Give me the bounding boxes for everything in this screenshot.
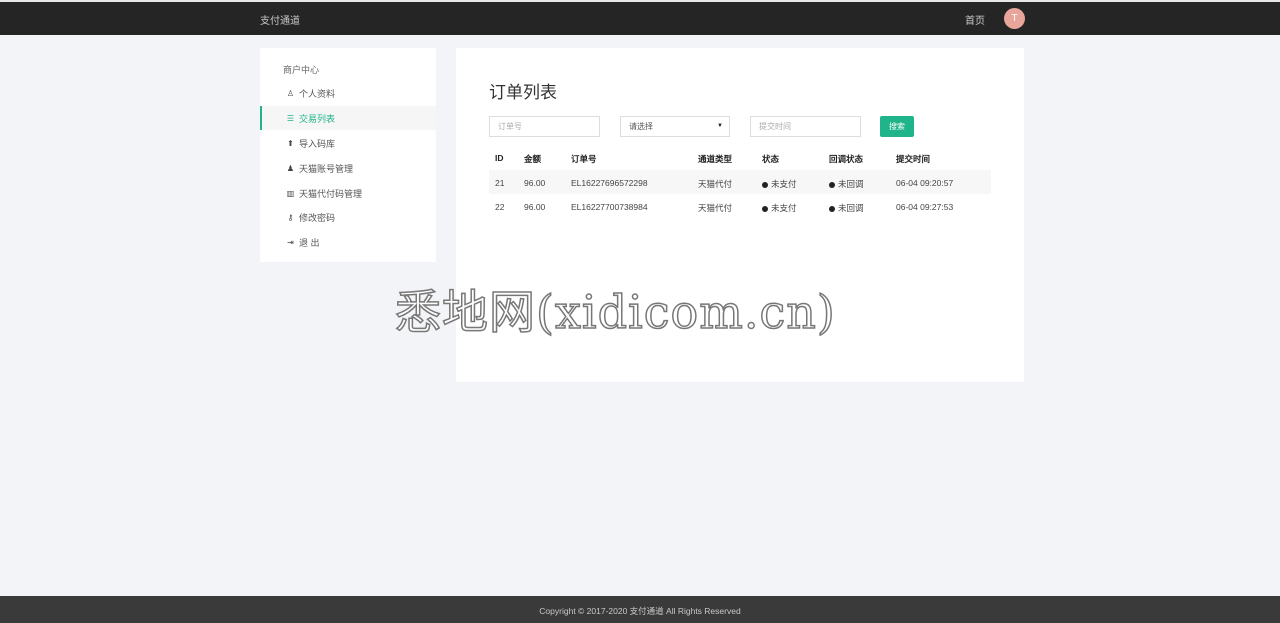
column-header: 通道类型: [698, 154, 733, 164]
status-text: 未支付: [771, 203, 797, 213]
brand-title[interactable]: 支付通道: [260, 12, 300, 27]
table-row[interactable]: 21 96.00 EL16227696572298 天猫代付 未支付 未回调 0…: [489, 170, 991, 194]
cell-amount: 96.00: [524, 202, 546, 212]
sidebar-item-label: 天猫代付码管理: [299, 188, 363, 199]
sidebar-item-label: 个人资料: [299, 88, 336, 99]
sidebar-item-tmall-pay-codes[interactable]: ▥ 天猫代付码管理: [260, 181, 436, 205]
sidebar-item-label: 修改密码: [299, 212, 336, 223]
order-number-input[interactable]: 订单号: [489, 116, 600, 137]
channel-select[interactable]: 请选择 ▼: [620, 116, 730, 137]
cell-id: 22: [495, 202, 505, 212]
status-text: 未支付: [771, 179, 797, 189]
submit-time-input[interactable]: 提交时间: [750, 116, 861, 137]
column-header: 提交时间: [896, 154, 931, 164]
channel-select-value: 请选择: [629, 122, 653, 131]
column-header: 订单号: [571, 154, 597, 164]
page-title: 订单列表: [489, 83, 557, 102]
cell-callback-status: 未回调: [829, 178, 864, 190]
user-icon: ♙: [286, 88, 295, 98]
cell-status: 未支付: [762, 202, 797, 214]
sidebar-item-label: 交易列表: [299, 113, 336, 124]
sidebar-item-profile[interactable]: ♙ 个人资料: [260, 81, 436, 105]
cell-amount: 96.00: [524, 178, 546, 188]
status-dot-icon: [829, 181, 835, 188]
cell-id: 21: [495, 178, 505, 188]
sidebar-item-import-codes[interactable]: ⬆ 导入码库: [260, 131, 436, 155]
column-header: 回调状态: [829, 154, 864, 164]
callback-status-text: 未回调: [838, 203, 864, 213]
caret-down-icon: ▼: [717, 123, 723, 129]
status-dot-icon: [829, 205, 835, 212]
column-header: ID: [495, 153, 504, 163]
main-panel: 订单列表 订单号 请选择 ▼ 提交时间 搜索 ID 金额 订单号 通道类型 状态…: [456, 48, 1024, 382]
cell-order-number: EL16227700738984: [571, 202, 648, 212]
cell-callback-status: 未回调: [829, 202, 864, 214]
footer: Copyright © 2017-2020 支付通道 All Rights Re…: [0, 596, 1280, 623]
search-button[interactable]: 搜索: [880, 116, 914, 137]
cell-submit-time: 06-04 09:20:57: [896, 178, 954, 188]
users-icon: ♟: [286, 163, 295, 173]
sidebar-item-transactions[interactable]: ☰ 交易列表: [260, 106, 436, 130]
sidebar: 商户中心 ♙ 个人资料 ☰ 交易列表 ⬆ 导入码库 ♟ 天猫账号管理 ▥ 天猫代…: [260, 48, 436, 262]
user-upload-icon: ⬆: [287, 138, 294, 148]
column-header: 状态: [762, 154, 780, 164]
sidebar-item-label: 天猫账号管理: [299, 163, 354, 174]
sidebar-item-label: 退 出: [299, 237, 320, 248]
column-header: 金额: [524, 154, 542, 164]
list-icon: ☰: [286, 113, 295, 123]
sidebar-title: 商户中心: [283, 65, 320, 75]
sign-out-icon: ⇥: [287, 237, 294, 247]
status-dot-icon: [762, 181, 768, 188]
cell-status: 未支付: [762, 178, 797, 190]
avatar[interactable]: T: [1004, 8, 1025, 29]
sidebar-item-logout[interactable]: ⇥ 退 出: [260, 230, 436, 254]
status-dot-icon: [762, 205, 768, 212]
cell-channel-type: 天猫代付: [698, 179, 733, 189]
barcode-icon: ▥: [286, 188, 295, 198]
key-icon: ⚷: [287, 212, 294, 222]
table-header-row: ID 金额 订单号 通道类型 状态 回调状态 提交时间: [489, 146, 991, 170]
copyright-text: Copyright © 2017-2020 支付通道 All Rights Re…: [539, 606, 741, 616]
table-row[interactable]: 22 96.00 EL16227700738984 天猫代付 未支付 未回调 0…: [489, 194, 991, 218]
sidebar-item-label: 导入码库: [299, 138, 336, 149]
cell-order-number: EL16227696572298: [571, 178, 648, 188]
top-navbar: 支付通道 首页 T: [0, 0, 1280, 35]
cell-channel-type: 天猫代付: [698, 203, 733, 213]
sidebar-item-tmall-accounts[interactable]: ♟ 天猫账号管理: [260, 156, 436, 180]
cell-submit-time: 06-04 09:27:53: [896, 202, 954, 212]
home-link[interactable]: 首页: [965, 12, 985, 27]
callback-status-text: 未回调: [838, 179, 864, 189]
sidebar-item-change-password[interactable]: ⚷ 修改密码: [260, 205, 436, 229]
